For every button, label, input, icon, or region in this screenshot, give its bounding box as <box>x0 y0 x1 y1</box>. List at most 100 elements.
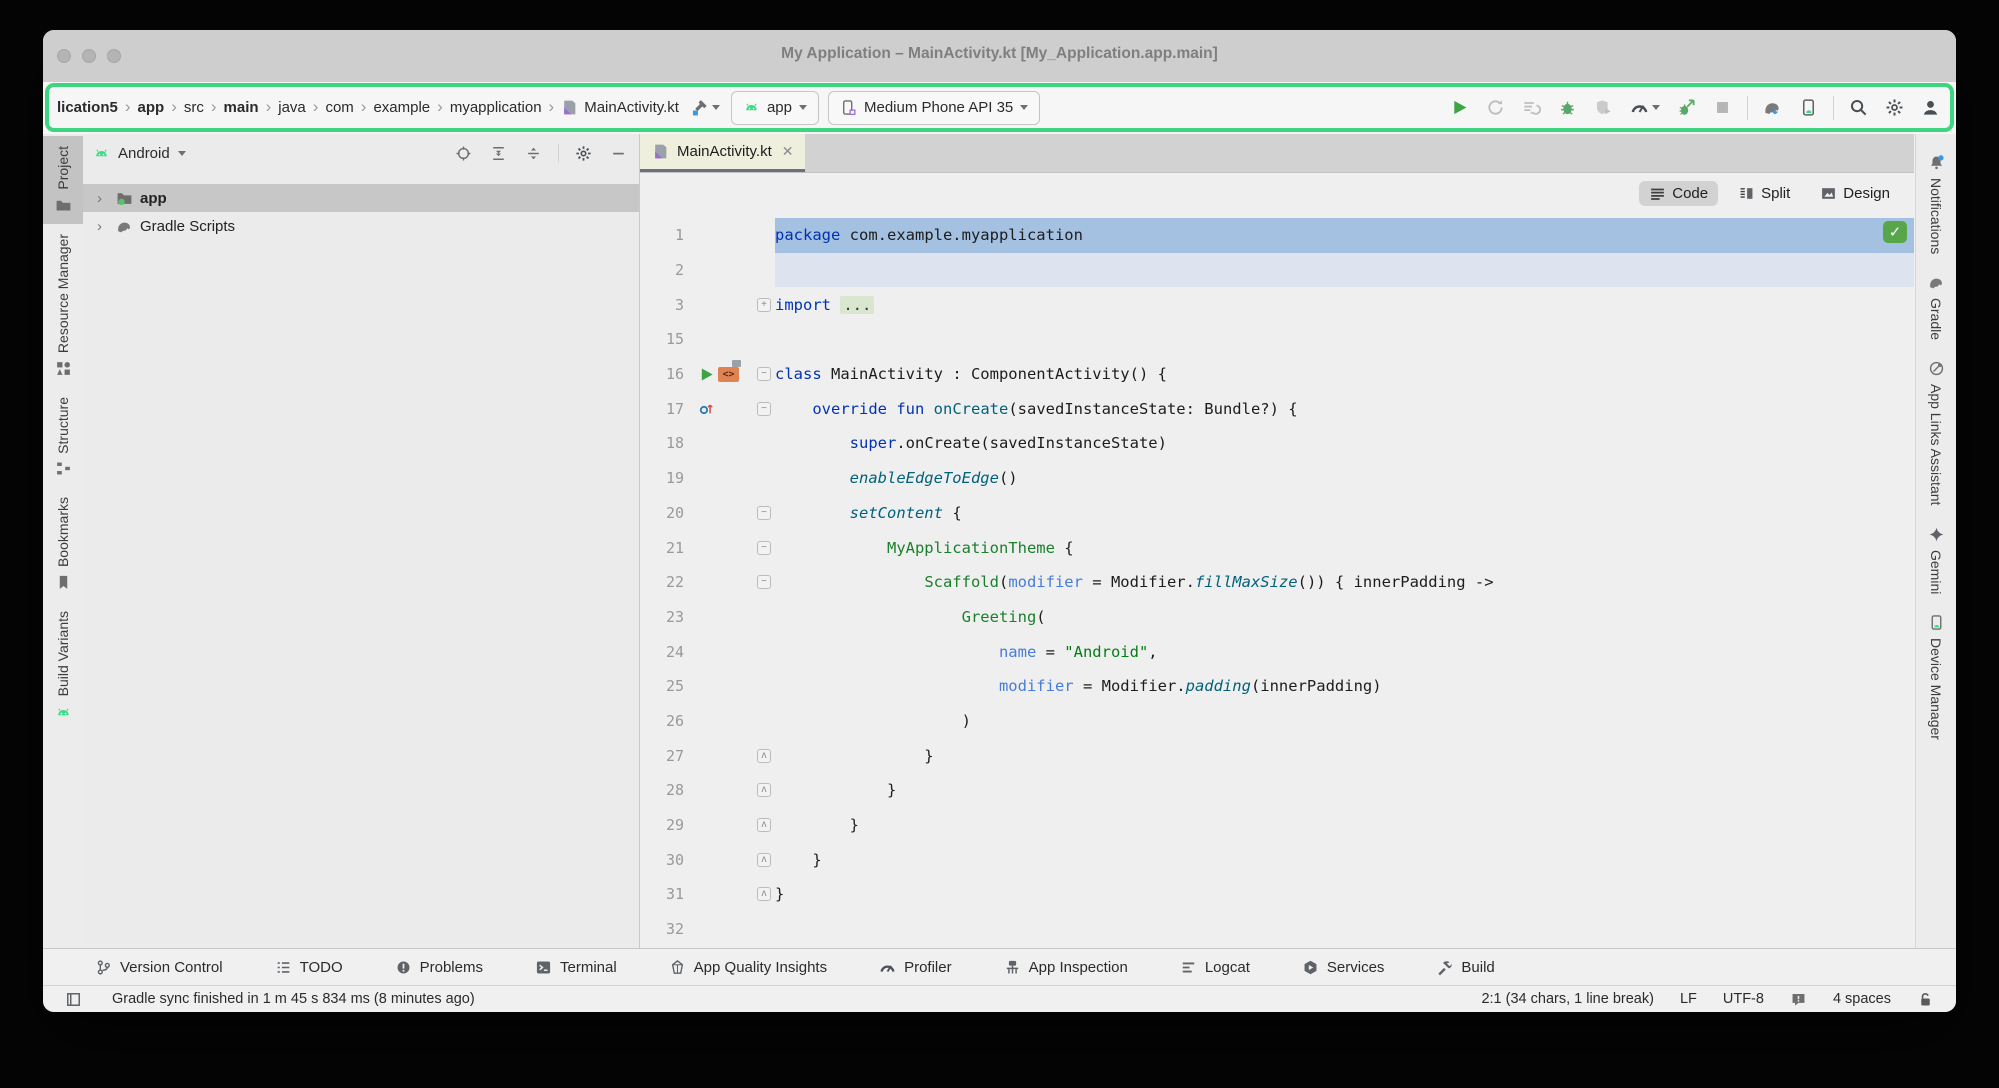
tool-window-button-logcat[interactable]: Logcat <box>1180 959 1250 976</box>
gauge-button[interactable] <box>1628 96 1662 119</box>
tool-stripe-tab-device-manager[interactable]: Device Manager <box>1916 604 1956 750</box>
run-configuration-select[interactable]: app <box>731 91 819 125</box>
code-text[interactable]: MyApplicationTheme { <box>775 530 1914 565</box>
code-line-26[interactable]: 26 ) <box>640 704 1914 739</box>
gutter[interactable]: 1 <box>640 218 775 253</box>
search-button[interactable] <box>1847 96 1870 119</box>
breadcrumb-item[interactable]: lication5 <box>57 99 118 116</box>
tool-stripe-tab-structure[interactable]: Structure <box>43 387 83 488</box>
code-line-24[interactable]: 24 name = "Android", <box>640 634 1914 669</box>
account-button[interactable] <box>1919 96 1942 119</box>
code-text[interactable] <box>775 912 1914 947</box>
code-area[interactable]: 1package com.example.myapplication23+imp… <box>640 218 1914 946</box>
tool-window-button-services[interactable]: Services <box>1302 959 1385 976</box>
code-text[interactable]: enableEdgeToEdge() <box>775 461 1914 496</box>
run-gutter-icon[interactable] <box>698 366 715 383</box>
gutter[interactable]: 21− <box>640 530 775 565</box>
code-line-31[interactable]: 31ʌ} <box>640 877 1914 912</box>
gutter[interactable]: 20− <box>640 496 775 531</box>
indent-indicator[interactable]: 4 spaces <box>1833 991 1891 1007</box>
code-line-28[interactable]: 28ʌ } <box>640 773 1914 808</box>
fold-marker-plus-icon[interactable]: + <box>757 298 771 312</box>
stop-button[interactable] <box>1711 96 1734 119</box>
code-text[interactable]: import ... <box>775 287 1914 322</box>
tool-stripe-tab-resource-manager[interactable]: Resource Manager <box>43 224 83 387</box>
close-icon[interactable]: ✕ <box>782 143 794 160</box>
expandall-button[interactable] <box>488 143 509 164</box>
code-text[interactable]: ) <box>775 704 1914 739</box>
minimize-button[interactable] <box>608 143 629 164</box>
breadcrumb-item[interactable]: myapplication <box>450 99 542 116</box>
play-button[interactable] <box>1448 96 1471 119</box>
fold-marker-close-icon[interactable]: ʌ <box>757 887 771 901</box>
code-line-23[interactable]: 23 Greeting( <box>640 600 1914 635</box>
code-text[interactable]: setContent { <box>775 496 1914 531</box>
code-text[interactable]: } <box>775 808 1914 843</box>
breadcrumb-item[interactable]: com <box>325 99 353 116</box>
code-text[interactable]: } <box>775 877 1914 912</box>
tool-stripe-tab-notifications[interactable]: Notifications <box>1916 144 1956 264</box>
tool-window-layout-icon[interactable] <box>65 991 82 1008</box>
gutter[interactable]: 28ʌ <box>640 773 775 808</box>
inspection-status-widget[interactable]: ✓ <box>1883 221 1907 243</box>
fold-marker-close-icon[interactable]: ʌ <box>757 783 771 797</box>
gutter[interactable]: 3+ <box>640 287 775 322</box>
gutter[interactable]: 30ʌ <box>640 842 775 877</box>
breadcrumb-item[interactable]: src <box>184 99 204 116</box>
fold-marker-open-icon[interactable]: − <box>757 402 771 416</box>
tool-window-button-build[interactable]: Build <box>1436 959 1494 976</box>
breadcrumb-item[interactable]: main <box>224 99 259 116</box>
code-text[interactable]: } <box>775 738 1914 773</box>
target-button[interactable] <box>453 143 474 164</box>
bug-button[interactable] <box>1556 96 1579 119</box>
tool-window-button-todo[interactable]: TODO <box>275 959 343 976</box>
code-line-18[interactable]: 18 super.onCreate(savedInstanceState) <box>640 426 1914 461</box>
view-mode-code[interactable]: Code <box>1639 181 1718 206</box>
breadcrumb-item[interactable]: app <box>138 99 165 116</box>
breadcrumb-item[interactable]: example <box>373 99 430 116</box>
gutter[interactable]: 17− <box>640 391 775 426</box>
gutter[interactable]: 16−<> <box>640 357 775 392</box>
syncgradle-button[interactable] <box>1761 96 1784 119</box>
compose-preview-icon[interactable]: <> <box>718 367 739 382</box>
encoding-indicator[interactable]: UTF-8 <box>1723 991 1764 1007</box>
line-ending-indicator[interactable]: LF <box>1680 991 1697 1007</box>
tool-window-button-app-inspection[interactable]: App Inspection <box>1004 959 1128 976</box>
gutter[interactable]: 26 <box>640 704 775 739</box>
tool-stripe-tab-app-links-assistant[interactable]: App Links Assistant <box>1916 350 1956 515</box>
gutter[interactable]: 23 <box>640 600 775 635</box>
notifications-icon[interactable] <box>1790 991 1807 1008</box>
code-text[interactable] <box>775 253 1914 288</box>
code-text[interactable]: name = "Android", <box>775 634 1914 669</box>
gutter[interactable]: 15 <box>640 322 775 357</box>
code-line-15[interactable]: 15 <box>640 322 1914 357</box>
gutter[interactable]: 24 <box>640 634 775 669</box>
expand-chevron-icon[interactable]: › <box>97 190 109 207</box>
collapseall-button[interactable] <box>523 143 544 164</box>
unlock-icon[interactable] <box>1917 991 1934 1008</box>
tab-mainactivity[interactable]: MainActivity.kt ✕ <box>640 134 805 172</box>
code-line-16[interactable]: 16−<>class MainActivity : ComponentActiv… <box>640 357 1914 392</box>
gutter[interactable]: 25 <box>640 669 775 704</box>
code-text[interactable]: Scaffold(modifier = Modifier.fillMaxSize… <box>775 565 1914 600</box>
expand-chevron-icon[interactable]: › <box>97 218 109 235</box>
fold-marker-open-icon[interactable]: − <box>757 575 771 589</box>
overrides-method-icon[interactable] <box>698 400 715 417</box>
fold-marker-close-icon[interactable]: ʌ <box>757 749 771 763</box>
tool-stripe-tab-bookmarks[interactable]: Bookmarks <box>43 487 83 601</box>
tool-stripe-tab-build-variants[interactable]: Build Variants <box>43 601 83 730</box>
view-mode-design[interactable]: Design <box>1810 181 1900 206</box>
gutter[interactable]: 32 <box>640 912 775 947</box>
code-text[interactable]: super.onCreate(savedInstanceState) <box>775 426 1914 461</box>
gutter[interactable]: 29ʌ <box>640 808 775 843</box>
code-line-25[interactable]: 25 modifier = Modifier.padding(innerPadd… <box>640 669 1914 704</box>
tool-stripe-tab-gemini[interactable]: Gemini <box>1916 516 1956 604</box>
view-mode-split[interactable]: Split <box>1728 181 1800 206</box>
code-text[interactable]: class MainActivity : ComponentActivity()… <box>775 357 1914 392</box>
tool-window-button-terminal[interactable]: Terminal <box>535 959 617 976</box>
gutter[interactable]: 31ʌ <box>640 877 775 912</box>
device-select[interactable]: Medium Phone API 35 <box>828 91 1040 125</box>
gutter[interactable]: 2 <box>640 253 775 288</box>
code-line-1[interactable]: 1package com.example.myapplication <box>640 218 1914 253</box>
code-text[interactable]: override fun onCreate(savedInstanceState… <box>775 391 1914 426</box>
